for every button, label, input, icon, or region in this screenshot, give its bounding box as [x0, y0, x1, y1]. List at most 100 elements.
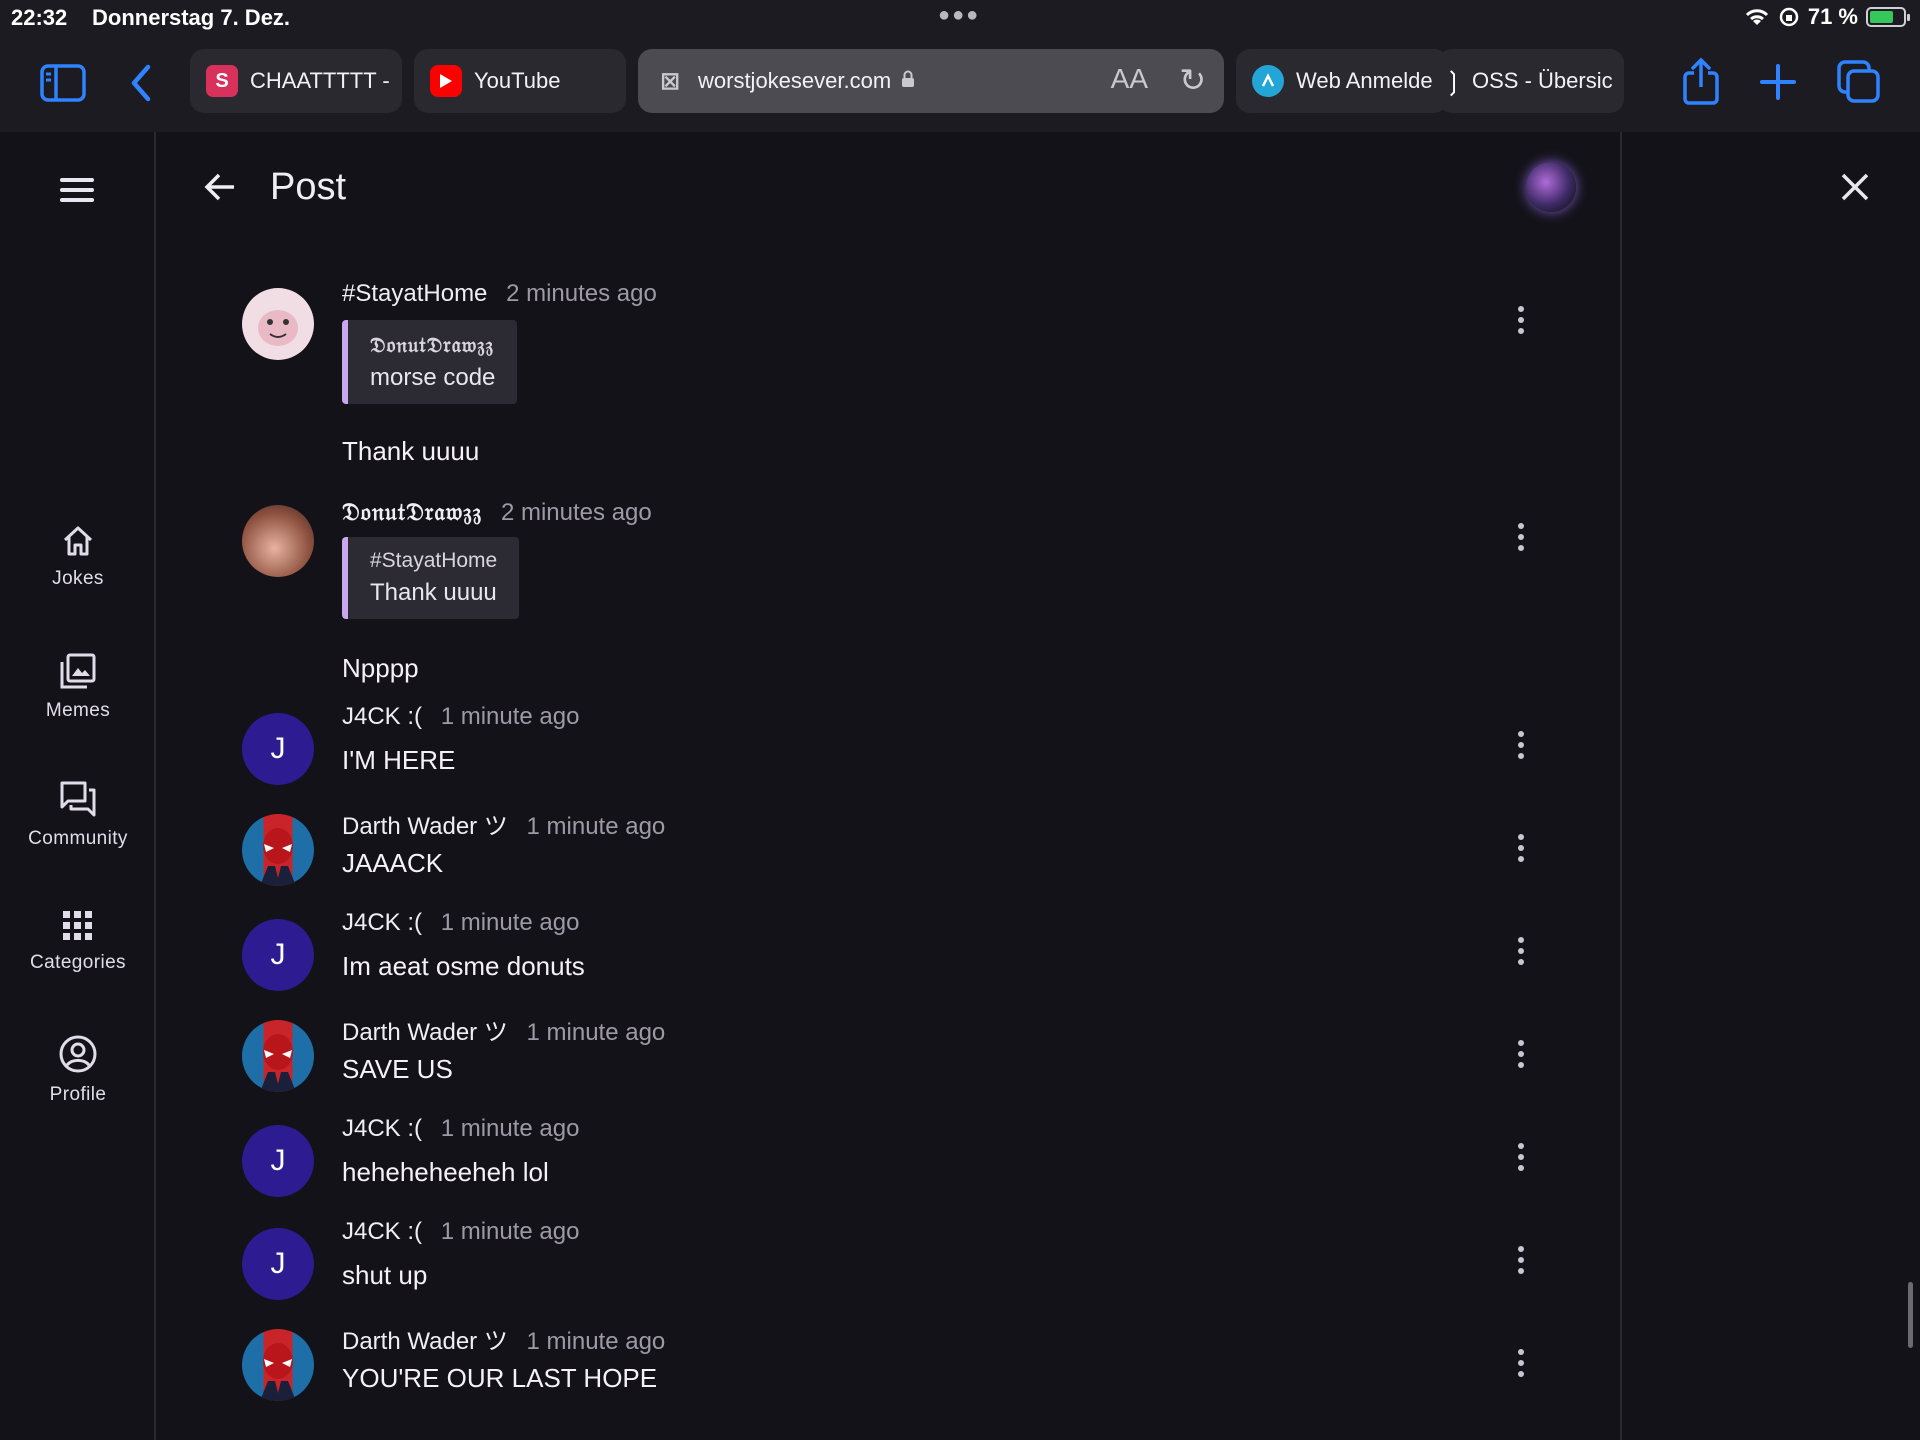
- account-circle-icon: [59, 1035, 97, 1073]
- back-chevron-icon[interactable]: [120, 60, 160, 106]
- more-options-icon[interactable]: [1516, 1040, 1526, 1073]
- tab-label: OSS - Übersic: [1472, 68, 1613, 93]
- page-title: Post: [270, 166, 347, 208]
- grid-icon: [63, 911, 92, 940]
- tab-oss[interactable]: ❳ OSS - Übersic: [1438, 49, 1624, 113]
- more-options-icon[interactable]: [1516, 306, 1526, 339]
- close-icon[interactable]: [1840, 172, 1870, 207]
- nav-item-memes[interactable]: Memes: [0, 652, 156, 722]
- wifi-icon: [1745, 9, 1768, 25]
- more-options-icon[interactable]: [1516, 731, 1526, 764]
- comment-text: Im aeat osme donuts: [342, 951, 585, 981]
- comment-author[interactable]: J4CK :(: [342, 909, 422, 936]
- comment-author[interactable]: Darth Wader ツ: [342, 1328, 508, 1355]
- reload-icon[interactable]: ↻: [1179, 61, 1206, 99]
- comment-text: SAVE US: [342, 1054, 453, 1084]
- comment-timestamp: 1 minute ago: [526, 813, 666, 840]
- more-options-icon[interactable]: [1516, 523, 1526, 556]
- menu-icon[interactable]: [60, 178, 94, 208]
- right-pane: [1624, 132, 1920, 1440]
- tab-web-anmelde[interactable]: Web Anmelde: [1236, 49, 1448, 113]
- comment-timestamp: 2 minutes ago: [506, 280, 657, 307]
- tab-chaatttt[interactable]: S CHAATTTTT -: [190, 49, 402, 113]
- quote-text: Thank uuuu: [370, 579, 497, 606]
- user-avatar[interactable]: [1526, 162, 1576, 212]
- more-options-icon[interactable]: [1516, 1143, 1526, 1176]
- comment-text: Npppp: [342, 653, 419, 683]
- comment-timestamp: 1 minute ago: [526, 1019, 666, 1046]
- more-options-icon[interactable]: [1516, 1349, 1526, 1382]
- comment-header: J4CK :( 1 minute ago: [342, 703, 579, 731]
- comment-timestamp: 1 minute ago: [526, 1328, 666, 1355]
- comment-timestamp: 2 minutes ago: [500, 499, 652, 526]
- back-arrow-icon[interactable]: [204, 172, 236, 207]
- comment-author[interactable]: #StayatHome: [342, 280, 487, 307]
- quote-author: #StayatHome: [370, 549, 498, 572]
- status-indicators: 71 %: [1744, 4, 1910, 30]
- comment-text: shut up: [342, 1260, 428, 1290]
- comment-timestamp: 1 minute ago: [440, 909, 580, 936]
- address-url[interactable]: worstjokesever.com: [698, 68, 891, 94]
- tab-label: Web Anmelde: [1296, 68, 1433, 93]
- quoted-reply[interactable]: #StayatHome Thank uuuu: [342, 537, 520, 619]
- battery-percent: 71 %: [1807, 4, 1858, 29]
- browser-toolbar: S CHAATTTTT - YouTube ⊠ worstjokesever.c…: [0, 36, 1920, 132]
- close-tab-icon[interactable]: ⊠: [654, 65, 686, 97]
- avatar[interactable]: J: [242, 1228, 314, 1300]
- nav-item-jokes[interactable]: Jokes: [0, 524, 156, 590]
- text-size-button[interactable]: AA: [1111, 63, 1148, 95]
- orientation-lock-icon: [1779, 7, 1799, 27]
- multitasking-dots-icon[interactable]: ●●●: [938, 4, 980, 27]
- comment-author[interactable]: 𝔇𝔬𝔫𝔲𝔱𝔇𝔯𝔞𝔴𝔷𝔷: [342, 497, 482, 526]
- status-time: 22:32: [11, 5, 68, 30]
- comment-timestamp: 1 minute ago: [440, 703, 580, 730]
- new-tab-icon[interactable]: [1758, 60, 1798, 104]
- more-options-icon[interactable]: [1516, 834, 1526, 867]
- status-bar: 22:32 Donnerstag 7. Dez. ●●● 71 %: [0, 0, 1920, 36]
- tab-label: CHAATTTTT -: [250, 68, 390, 93]
- nav-label: Jokes: [52, 568, 104, 589]
- tab-overview-icon[interactable]: [1836, 58, 1882, 106]
- nav-item-categories[interactable]: Categories: [0, 910, 156, 974]
- avatar[interactable]: J: [242, 919, 314, 991]
- app-bar: Post: [158, 132, 1620, 244]
- comment-text: I'M HERE: [342, 745, 456, 775]
- comment-author[interactable]: J4CK :(: [342, 703, 422, 730]
- tab-worstjokesever[interactable]: ⊠ worstjokesever.com AA ↻: [638, 49, 1224, 113]
- comment-timestamp: 1 minute ago: [440, 1115, 580, 1142]
- quoted-reply[interactable]: 𝔇𝔬𝔫𝔲𝔱𝔇𝔯𝔞𝔴𝔷𝔷 morse code: [342, 320, 518, 404]
- avatar[interactable]: [242, 1020, 314, 1092]
- avatar[interactable]: [242, 1329, 314, 1401]
- avatar[interactable]: [242, 505, 314, 577]
- tab-youtube[interactable]: YouTube: [414, 49, 626, 113]
- quote-text: morse code: [370, 364, 496, 391]
- nav-item-profile[interactable]: Profile: [0, 1034, 156, 1106]
- avatar[interactable]: [242, 288, 314, 360]
- hamster-avatar-image: [258, 310, 298, 346]
- comment-text: Thank uuuu: [342, 436, 480, 466]
- side-navigation: Jokes Memes Community Categories Profile: [0, 132, 156, 1440]
- more-options-icon[interactable]: [1516, 1246, 1526, 1279]
- sidebar-toggle-icon[interactable]: [38, 60, 88, 106]
- comment-author[interactable]: J4CK :(: [342, 1115, 422, 1142]
- post-view: Post #StayatHome 2 minutes ago 𝔇𝔬𝔫𝔲𝔱𝔇𝔯𝔞𝔴…: [158, 132, 1622, 1440]
- battery-icon: [1866, 7, 1910, 27]
- comment-header: 𝔇𝔬𝔫𝔲𝔱𝔇𝔯𝔞𝔴𝔷𝔷 2 minutes ago: [342, 497, 652, 527]
- comment-header: J4CK :( 1 minute ago: [342, 909, 579, 937]
- avatar[interactable]: [242, 814, 314, 886]
- comment-author[interactable]: J4CK :(: [342, 1218, 422, 1245]
- web-login-icon: [1252, 65, 1284, 97]
- nav-item-community[interactable]: Community: [0, 780, 156, 850]
- gallery-icon: [60, 653, 96, 689]
- more-options-icon[interactable]: [1516, 937, 1526, 970]
- comment-author[interactable]: Darth Wader ツ: [342, 813, 508, 840]
- scrollbar[interactable]: [1908, 1282, 1913, 1348]
- nav-label: Community: [28, 828, 128, 849]
- comment-header: Darth Wader ツ 1 minute ago: [342, 806, 665, 841]
- deadpool-avatar-image: [260, 828, 296, 886]
- deadpool-avatar-image: [260, 1343, 296, 1401]
- comment-author[interactable]: Darth Wader ツ: [342, 1019, 508, 1046]
- avatar[interactable]: J: [242, 1125, 314, 1197]
- avatar[interactable]: J: [242, 713, 314, 785]
- share-icon[interactable]: [1680, 54, 1722, 108]
